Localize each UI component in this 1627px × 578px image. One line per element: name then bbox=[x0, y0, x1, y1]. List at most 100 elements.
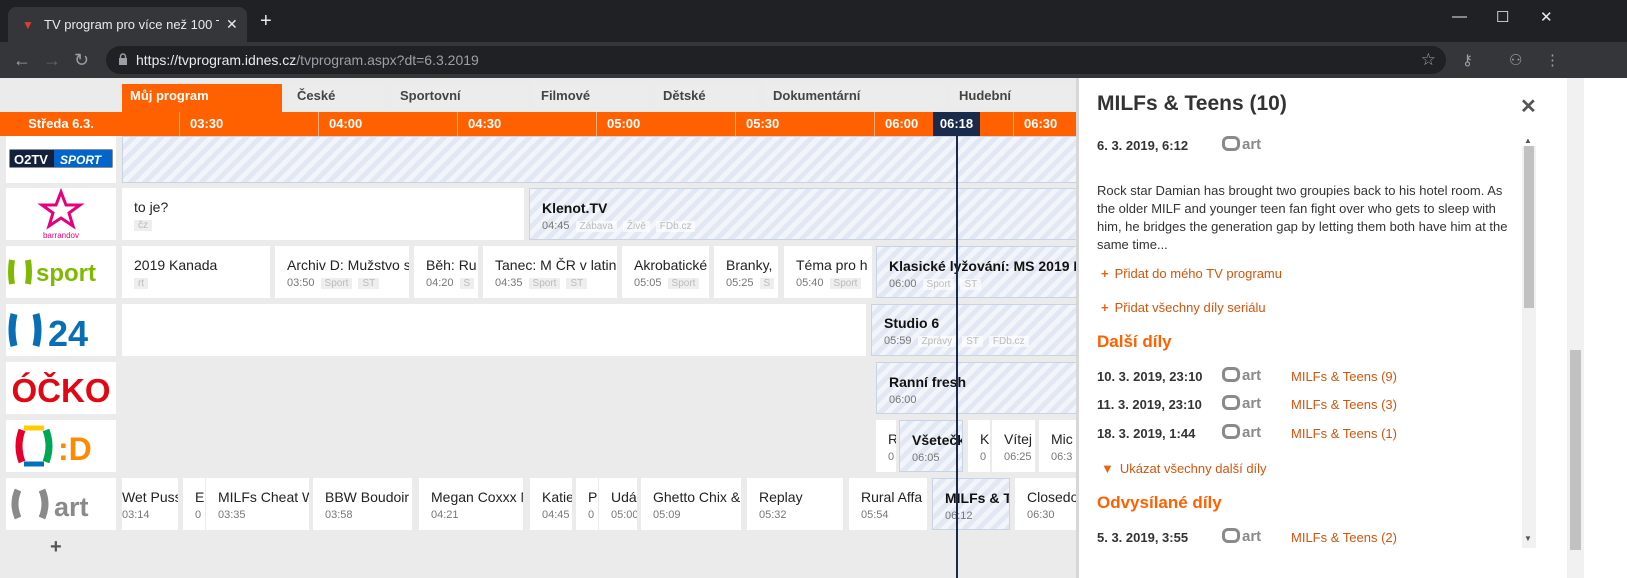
tab-documentary[interactable]: Dokumentární bbox=[765, 84, 945, 107]
detail-datetime: 6. 3. 2019, 6:12 bbox=[1097, 138, 1189, 153]
program-cell[interactable]: Ghetto Chix & 05:09 bbox=[641, 478, 741, 530]
panel-scroll-thumb[interactable] bbox=[1524, 146, 1534, 308]
program-cell[interactable]: K 0 bbox=[968, 420, 990, 472]
ct-art-channel-icon: art bbox=[1222, 424, 1261, 441]
svg-text:sport: sport bbox=[36, 260, 96, 287]
favicon-icon: ▼ bbox=[22, 18, 34, 32]
program-cell[interactable]: MILFs Cheat W 03:35 bbox=[206, 478, 309, 530]
program-cell[interactable]: to je? čz bbox=[122, 188, 524, 240]
episode-link[interactable]: MILFs & Teens (3) bbox=[1291, 397, 1397, 412]
new-tab-icon[interactable]: + bbox=[260, 11, 272, 31]
panel-scroll-down-icon[interactable]: ▼ bbox=[1524, 534, 1532, 543]
episode-link[interactable]: MILFs & Teens (1) bbox=[1291, 426, 1397, 441]
forward-icon[interactable]: → bbox=[43, 50, 61, 70]
plus-icon: + bbox=[1101, 266, 1109, 281]
program-cell[interactable] bbox=[122, 304, 866, 356]
next-episodes-heading: Další díly bbox=[1097, 332, 1172, 351]
channel-logo-ct-sport[interactable]: sport bbox=[6, 246, 116, 298]
panel-scrollbar[interactable] bbox=[1522, 146, 1536, 548]
ocko-logo: ÓČKO bbox=[12, 371, 111, 409]
add-channel-button[interactable]: + bbox=[50, 536, 62, 559]
window-close-icon[interactable]: ✕ bbox=[1540, 8, 1553, 26]
detail-title: MILFs & Teens (10) bbox=[1097, 92, 1287, 115]
program-cell[interactable]: R 0 bbox=[876, 420, 896, 472]
program-cell[interactable]: Tanec: M ČR v latin 04:35 Sport ST bbox=[483, 246, 617, 298]
svg-text:O2TV: O2TV bbox=[14, 152, 48, 167]
back-icon[interactable]: ← bbox=[13, 50, 31, 70]
time-label: 05:30 bbox=[735, 112, 874, 136]
program-cell[interactable]: P 0 bbox=[576, 478, 598, 530]
program-cell[interactable]: Replay 05:32 bbox=[747, 478, 843, 530]
date-label: Středa 6.3. bbox=[28, 116, 94, 131]
close-icon[interactable]: ✕ bbox=[1520, 94, 1537, 119]
page-scrollbar[interactable] bbox=[1567, 78, 1584, 578]
time-label: 03:30 bbox=[179, 112, 318, 136]
program-cell[interactable]: Všetečk 06:05 bbox=[899, 420, 963, 472]
tab-title: TV program pro více než 100 TV bbox=[44, 17, 219, 32]
svg-text:barrandov: barrandov bbox=[43, 231, 79, 240]
page-scroll-thumb[interactable] bbox=[1570, 350, 1581, 550]
channel-logo-o2tv-sport[interactable]: O2TV SPORT bbox=[6, 136, 116, 183]
program-cell[interactable]: BBW Boudoir 03:58 bbox=[313, 478, 412, 530]
tv-grid: Můj program České Sportovní Filmové Děts… bbox=[0, 78, 1115, 578]
channel-logo-ct24[interactable]: 24 bbox=[6, 304, 116, 356]
maximize-icon[interactable]: ☐ bbox=[1496, 8, 1509, 26]
menu-icon[interactable]: ⋮ bbox=[1545, 51, 1560, 69]
ct-art-channel-icon: art bbox=[1222, 136, 1261, 153]
channel-logo-ct-d[interactable]: :D bbox=[6, 420, 116, 472]
ct-sport-logo: sport bbox=[8, 259, 96, 287]
reload-icon[interactable]: ↻ bbox=[74, 50, 89, 70]
program-cell[interactable]: Klenot.TV 04:45 Zábava Živě FDb.cz bbox=[529, 188, 1115, 240]
program-cell[interactable]: E 0 bbox=[183, 478, 205, 530]
add-to-my-program-link[interactable]: + Přidat do mého TV programu bbox=[1101, 266, 1282, 281]
svg-text:art: art bbox=[54, 492, 89, 522]
browser-tab[interactable]: ▼ TV program pro více než 100 TV ✕ bbox=[8, 7, 247, 42]
minimize-icon[interactable]: — bbox=[1452, 8, 1467, 25]
program-cell-selected[interactable]: MILFs & Te 06:12 bbox=[932, 478, 1010, 530]
program-cell[interactable]: Katie 04:45 bbox=[530, 478, 572, 530]
tab-my-program[interactable]: Můj program bbox=[122, 84, 282, 112]
program-cell[interactable]: Wet Puss 03:14 bbox=[122, 478, 178, 530]
program-cell[interactable]: Vítej 06:25 bbox=[992, 420, 1035, 472]
svg-text:24: 24 bbox=[48, 313, 88, 354]
panel-scroll-up-icon[interactable]: ▲ bbox=[1524, 136, 1532, 145]
tab-sport[interactable]: Sportovní bbox=[392, 84, 527, 107]
bookmark-star-icon[interactable]: ☆ bbox=[1421, 50, 1436, 70]
address-bar[interactable]: https://tvprogram.idnes.cz/tvprogram.asp… bbox=[106, 46, 1446, 74]
program-cell[interactable]: Téma pro h 05:40 Sport bbox=[784, 246, 872, 298]
program-cell[interactable]: Udá 05:00 bbox=[599, 478, 637, 530]
channel-logo-barrandov[interactable]: barrandov bbox=[6, 188, 116, 240]
tab-close-icon[interactable]: ✕ bbox=[226, 16, 238, 33]
incognito-icon[interactable]: ⚇ bbox=[1509, 51, 1522, 69]
svg-text:SPORT: SPORT bbox=[60, 153, 103, 167]
browser-toolbar: ← → ↻ https://tvprogram.idnes.cz/tvprogr… bbox=[0, 42, 1627, 78]
episode-date: 11. 3. 2019, 23:10 bbox=[1097, 397, 1202, 412]
episode-date: 10. 3. 2019, 23:10 bbox=[1097, 369, 1203, 384]
program-cell[interactable]: Archiv D: Mužstvo s 03:50 Sport ST bbox=[275, 246, 409, 298]
svg-text::D: :D bbox=[58, 431, 92, 467]
episode-link[interactable]: MILFs & Teens (9) bbox=[1291, 369, 1397, 384]
add-all-episodes-link[interactable]: + Přidat všechny díly seriálu bbox=[1101, 300, 1266, 315]
program-cell[interactable]: Rural Affa 05:54 bbox=[849, 478, 927, 530]
show-all-episodes-link[interactable]: ▼ Ukázat všechny další díly bbox=[1101, 461, 1267, 476]
time-label: 04:30 bbox=[457, 112, 596, 136]
tab-music[interactable]: Hudební bbox=[951, 84, 1071, 107]
detail-description: Rock star Damian has brought two groupie… bbox=[1097, 183, 1508, 252]
program-cell[interactable]: Běh: Ru 04:20 S bbox=[414, 246, 478, 298]
program-detail-panel: MILFs & Teens (10) ✕ 6. 3. 2019, 6:12 ar… bbox=[1076, 78, 1567, 578]
time-label: 05:00 bbox=[596, 112, 735, 136]
page: Můj program České Sportovní Filmové Děts… bbox=[0, 78, 1627, 578]
episode-link[interactable]: MILFs & Teens (2) bbox=[1291, 530, 1397, 545]
ct-art-channel-icon: art bbox=[1222, 528, 1261, 545]
tab-movies[interactable]: Filmové bbox=[533, 84, 648, 107]
program-cell[interactable]: 2019 Kanada rt bbox=[122, 246, 270, 298]
channel-logo-ocko[interactable]: ÓČKO bbox=[6, 362, 116, 414]
channel-logo-ct-art[interactable]: art bbox=[6, 478, 116, 530]
tab-czech[interactable]: České bbox=[289, 84, 385, 107]
svg-text:ÓČKO: ÓČKO bbox=[12, 371, 111, 409]
program-cell[interactable]: Megan Coxxx N 04:21 bbox=[419, 478, 523, 530]
program-cell[interactable]: Akrobatické 05:05 Sport bbox=[622, 246, 709, 298]
extension-icon[interactable]: ⚷ bbox=[1462, 51, 1473, 69]
tab-kids[interactable]: Dětské bbox=[655, 84, 758, 107]
program-cell[interactable]: Branky, 05:25 S bbox=[714, 246, 778, 298]
